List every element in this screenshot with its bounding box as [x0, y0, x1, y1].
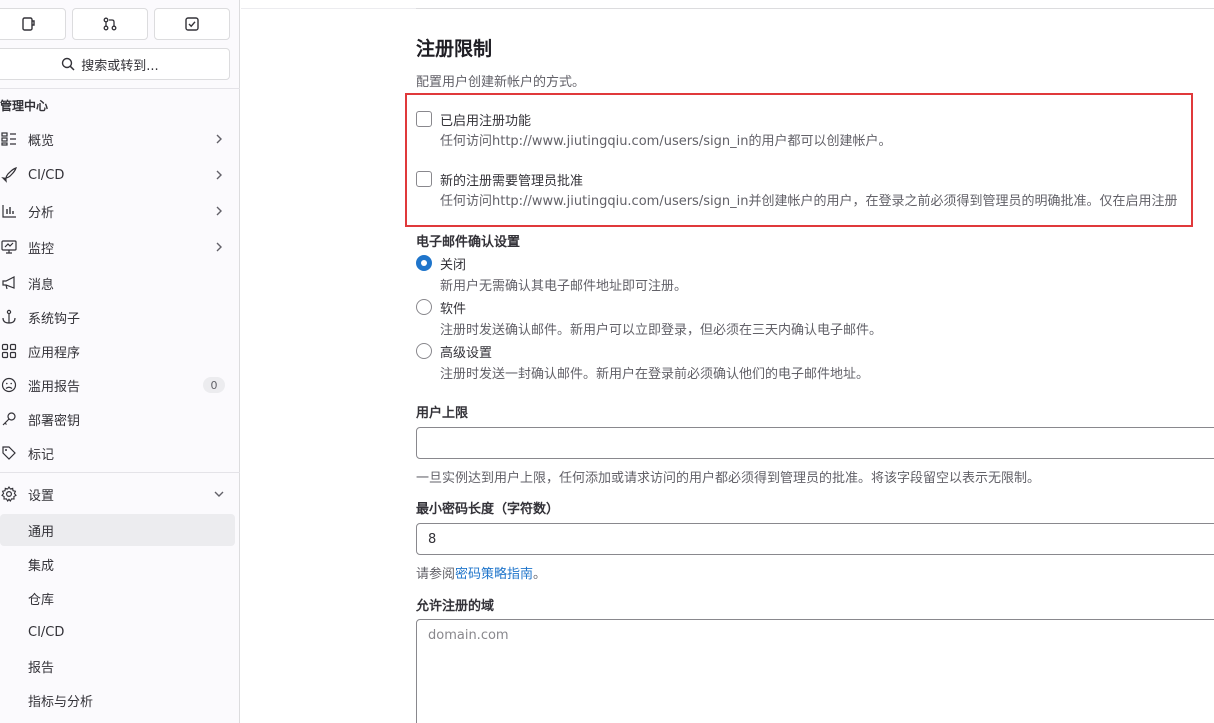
email-confirm-soft-radio[interactable] — [416, 299, 432, 315]
sidebar-item-abuse-reports[interactable]: 滥用报告 0 — [0, 369, 236, 401]
search-icon — [62, 57, 75, 71]
email-confirm-soft-help: 注册时发送确认邮件。新用户可以立即登录，但必须在三天内确认电子邮件。 — [440, 323, 883, 338]
sidebar-item-label: 系统钩子 — [28, 311, 81, 327]
sidebar-item-label: 应用程序 — [28, 345, 81, 361]
todo-button[interactable] — [154, 8, 230, 40]
sidebar-item-monitoring[interactable]: 监控 — [0, 231, 236, 263]
email-confirm-off-radio[interactable] — [416, 255, 432, 271]
email-confirm-soft-label[interactable]: 软件 — [440, 298, 466, 317]
sidebar-item-label: 分析 — [28, 205, 55, 221]
sidebar-item-cicd[interactable]: CI/CD — [0, 159, 236, 191]
sidebar-subitem-metrics[interactable]: 指标与分析 — [0, 684, 235, 716]
admin-approval-checkbox[interactable] — [416, 171, 432, 187]
password-policy-link[interactable]: 密码策略指南 — [455, 567, 533, 582]
sidebar-subitem-general[interactable]: 通用 — [0, 514, 235, 546]
email-confirm-hard-label[interactable]: 高级设置 — [440, 342, 492, 361]
min-password-input[interactable]: 8 — [416, 523, 1214, 555]
chevron-right-icon — [216, 206, 222, 216]
help-suffix: 。 — [533, 567, 547, 582]
issues-icon — [22, 17, 35, 31]
user-cap-input[interactable] — [416, 427, 1214, 459]
user-cap-label: 用户上限 — [416, 406, 469, 421]
divider — [0, 88, 240, 89]
min-password-label: 最小密码长度（字符数） — [416, 502, 560, 517]
abuse-icon — [0, 376, 18, 394]
sidebar-item-label: 消息 — [28, 277, 55, 293]
section-title: 注册限制 — [416, 38, 493, 60]
sidebar-item-label: 概览 — [28, 133, 55, 149]
signup-enabled-checkbox[interactable] — [416, 111, 432, 127]
signup-enabled-help: 任何访问http://www.jiutingqiu.com/users/sign… — [440, 134, 892, 149]
admin-approval-label[interactable]: 新的注册需要管理员批准 — [440, 170, 583, 189]
labels-icon — [0, 444, 18, 462]
todo-icon — [185, 17, 199, 31]
sidebar-item-applications[interactable]: 应用程序 — [0, 335, 236, 367]
merge-request-icon — [103, 17, 117, 31]
chart-icon — [0, 202, 18, 220]
chevron-right-icon — [216, 170, 222, 180]
sidebar-top-buttons — [0, 8, 230, 40]
sidebar-item-messages[interactable]: 消息 — [0, 267, 236, 299]
sidebar-subitem-integrations[interactable]: 集成 — [0, 548, 235, 580]
settings-icon — [0, 485, 18, 503]
monitor-icon — [0, 238, 18, 256]
issues-button[interactable] — [0, 8, 66, 40]
sidebar-item-deploy-keys[interactable]: 部署密钥 — [0, 403, 236, 435]
sidebar-item-label: 滥用报告 — [28, 379, 81, 395]
email-confirm-label: 电子邮件确认设置 — [416, 235, 521, 250]
email-confirm-off-help: 新用户无需确认其电子邮件地址即可注册。 — [440, 279, 688, 294]
search-box[interactable]: 搜索或转到... — [0, 48, 230, 80]
sidebar-item-settings[interactable]: 设置 — [0, 478, 236, 510]
help-prefix: 请参阅 — [416, 567, 456, 582]
count-badge: 0 — [203, 377, 225, 393]
sidebar-item-overview[interactable]: 概览 — [0, 123, 236, 155]
sidebar-subitem-repository[interactable]: 仓库 — [0, 582, 235, 614]
sidebar: 搜索或转到... 管理中心 概览 CI/CD 分析 监控 消息 系统钩子 应用程… — [0, 0, 240, 723]
chevron-right-icon — [216, 134, 222, 144]
sidebar-subitem-cicd[interactable]: CI/CD — [0, 616, 235, 648]
apps-icon — [0, 342, 18, 360]
sidebar-item-analytics[interactable]: 分析 — [0, 195, 236, 227]
email-confirm-hard-radio[interactable] — [416, 343, 432, 359]
sidebar-item-label: 部署密钥 — [28, 413, 81, 429]
search-placeholder: 搜索或转到... — [81, 58, 159, 74]
merge-requests-button[interactable] — [72, 8, 148, 40]
allowed-domains-textarea[interactable]: domain.com — [416, 619, 1214, 723]
chevron-right-icon — [216, 242, 222, 252]
sidebar-item-labels[interactable]: 标记 — [0, 437, 236, 469]
user-cap-help: 一旦实例达到用户上限，任何添加或请求访问的用户都必须得到管理员的批准。将该字段留… — [416, 471, 1041, 486]
allowed-domains-label: 允许注册的域 — [416, 599, 495, 614]
megaphone-icon — [0, 274, 18, 292]
signup-enabled-label[interactable]: 已启用注册功能 — [440, 110, 531, 129]
divider — [0, 472, 240, 473]
sidebar-item-label: CI/CD — [28, 167, 65, 183]
email-confirm-hard-help: 注册时发送一封确认邮件。新用户在登录前必须确认他们的电子邮件地址。 — [440, 367, 870, 382]
sidebar-item-label: 设置 — [28, 488, 55, 504]
divider — [416, 8, 1214, 9]
sidebar-item-label: 监控 — [28, 241, 55, 257]
min-password-help: 请参阅密码策略指南。 — [416, 563, 546, 582]
sidebar-item-system-hooks[interactable]: 系统钩子 — [0, 301, 236, 333]
key-icon — [0, 410, 18, 428]
anchor-icon — [0, 308, 18, 326]
admin-approval-help: 任何访问http://www.jiutingqiu.com/users/sign… — [440, 194, 1178, 209]
rocket-icon — [0, 166, 18, 184]
section-description: 配置用户创建新帐户的方式。 — [416, 75, 586, 90]
email-confirm-off-label[interactable]: 关闭 — [440, 254, 466, 273]
chevron-down-icon — [214, 491, 224, 497]
sidebar-item-label: 标记 — [28, 447, 55, 463]
sidebar-subitem-reporting[interactable]: 报告 — [0, 650, 235, 682]
overview-icon — [0, 130, 18, 148]
sidebar-section-title: 管理中心 — [0, 99, 49, 113]
